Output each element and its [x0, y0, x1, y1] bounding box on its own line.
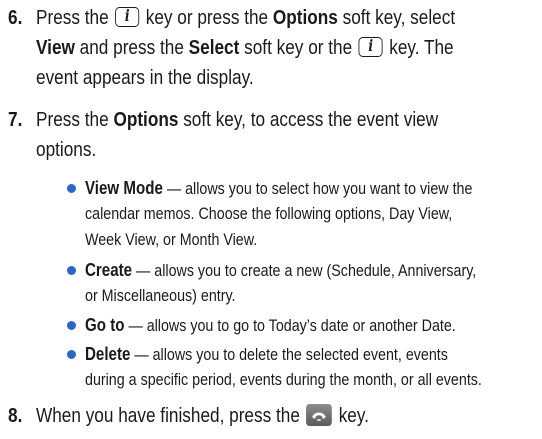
view-label: View [36, 37, 75, 59]
bullet-line: View Mode — allows you to select how you… [85, 176, 530, 201]
bullet-term: Create [85, 260, 133, 280]
text: key. [333, 405, 369, 427]
text: Press the [36, 7, 114, 29]
bullet-dot-icon [67, 350, 76, 359]
text: during a specific period, events during … [85, 370, 482, 389]
text: event appears in the display. [36, 67, 254, 89]
step-8-line-1: When you have finished, press the key. [36, 402, 518, 430]
i-key-icon: i [358, 36, 383, 57]
select-label: Select [188, 37, 240, 59]
text: — allows you to delete the selected even… [130, 345, 448, 364]
text: — allows you to go to Today’s date or an… [124, 316, 456, 335]
step-6-line-3: event appears in the display. [36, 64, 518, 92]
step-6-line-1: Press the i key or press the Options sof… [36, 4, 518, 32]
step-number: 8. [8, 405, 23, 427]
bullet-line: Go to — allows you to go to Today’s date… [85, 313, 530, 338]
bullet-line: calendar memos. Choose the following opt… [85, 202, 530, 226]
bullet-line: Delete — allows you to delete the select… [85, 342, 530, 367]
bullet-line: during a specific period, events during … [85, 368, 530, 392]
text: key. The [384, 37, 454, 59]
bullet-dot-icon [67, 266, 76, 275]
bullet-line: or Miscellaneous) entry. [85, 284, 530, 308]
step-number: 6. [8, 7, 23, 29]
bullet-term: Delete [85, 344, 131, 364]
end-call-key-icon [306, 404, 333, 426]
bullet-term: Go to [85, 315, 125, 335]
i-key-icon: i [115, 6, 140, 27]
text: options. [36, 139, 97, 161]
step-6-line-2: View and press the Select soft key or th… [36, 34, 518, 62]
text: When you have finished, press the [36, 405, 305, 427]
text: soft key, select [337, 7, 456, 29]
text: soft key or the [239, 37, 357, 59]
step-number: 7. [8, 109, 23, 131]
bullet-line: Week View, or Month View. [85, 228, 530, 252]
options-label: Options [272, 7, 338, 29]
text: Press the [36, 109, 114, 131]
step-7-line-2: options. [36, 136, 518, 164]
text: soft key, to access the event view [178, 109, 439, 131]
text: or Miscellaneous) entry. [85, 286, 236, 305]
step-7-line-1: Press the Options soft key, to access th… [36, 106, 518, 134]
bullet-dot-icon [67, 184, 76, 193]
text: key or press the [140, 7, 273, 29]
options-label: Options [113, 109, 179, 131]
text: Week View, or Month View. [85, 230, 258, 249]
manual-page: 6. Press the i key or press the Options … [0, 0, 542, 439]
bullet-line: Create — allows you to create a new (Sch… [85, 258, 530, 283]
bullet-dot-icon [67, 321, 76, 330]
text: — allows you to create a new (Schedule, … [132, 261, 477, 280]
bullet-term: View Mode [85, 178, 163, 198]
text: calendar memos. Choose the following opt… [85, 204, 453, 223]
text: — allows you to select how you want to v… [162, 179, 473, 198]
text: and press the [74, 37, 189, 59]
